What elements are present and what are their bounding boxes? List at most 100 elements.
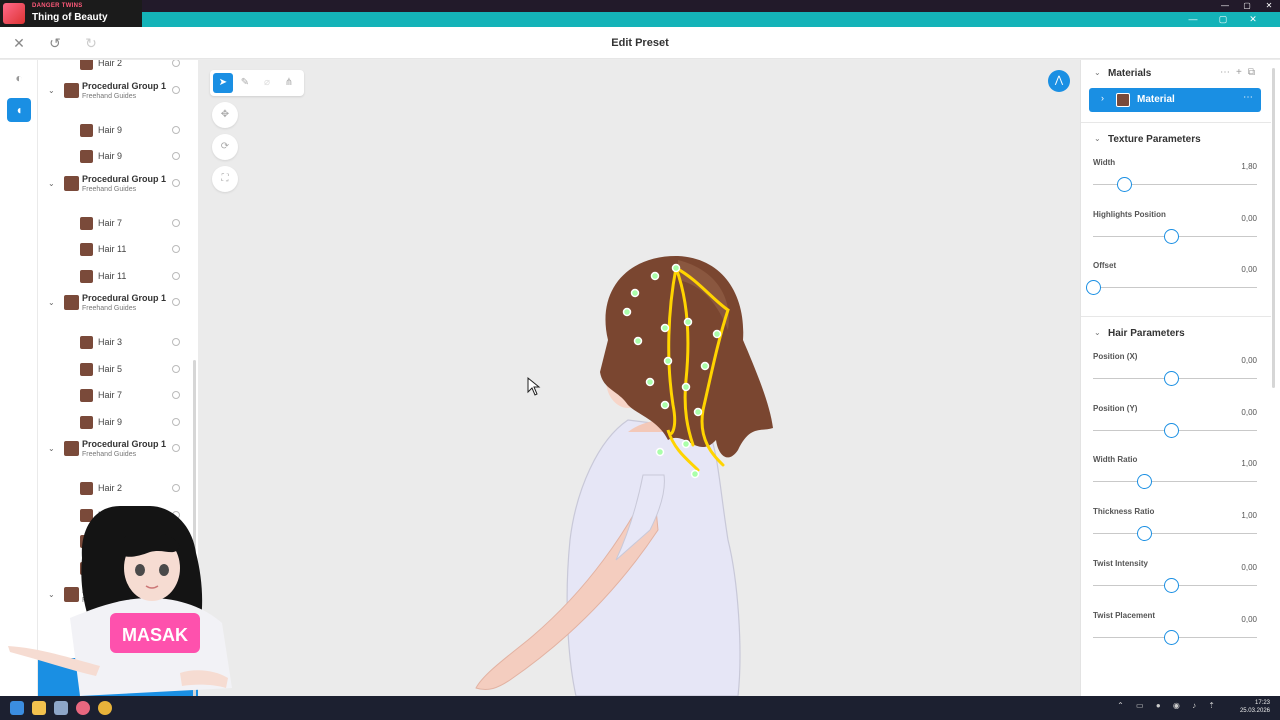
- tree-hair-row[interactable]: Hair 9: [38, 121, 196, 141]
- more-icon[interactable]: ⋯: [1220, 67, 1236, 78]
- nodes-tool-button[interactable]: ⋔: [279, 73, 299, 93]
- hair-section-header[interactable]: ⌄ Hair Parameters: [1081, 324, 1271, 344]
- close-window-button[interactable]: ✕: [1238, 12, 1268, 27]
- explorer-icon[interactable]: [32, 701, 46, 715]
- visibility-icon[interactable]: [172, 444, 180, 452]
- app-icon[interactable]: [76, 701, 90, 715]
- visibility-icon[interactable]: [172, 271, 180, 280]
- panel-scrollbar[interactable]: [1272, 68, 1275, 388]
- param-value[interactable]: 0,00: [1241, 265, 1257, 274]
- param-value[interactable]: 1,00: [1241, 459, 1257, 468]
- visibility-icon[interactable]: [172, 85, 180, 94]
- tree-hair-row[interactable]: Hair 11: [38, 267, 196, 287]
- guide-point[interactable]: [655, 447, 665, 457]
- param-value[interactable]: 0,00: [1241, 214, 1257, 223]
- tree-group-row[interactable]: ⌄ Procedural Group 1 Freehand Guides: [38, 81, 196, 101]
- frame-view-button[interactable]: ⛶: [212, 166, 238, 192]
- maximize-button[interactable]: ▢: [1208, 12, 1238, 27]
- guide-point[interactable]: [690, 469, 700, 479]
- erase-tool-button[interactable]: ⌀: [257, 73, 277, 93]
- tree-hair-row[interactable]: Hair 7: [38, 386, 196, 406]
- slider-track[interactable]: [1093, 533, 1257, 535]
- guide-point[interactable]: [645, 377, 655, 387]
- texture-section-header[interactable]: ⌄ Texture Parameters: [1081, 130, 1271, 150]
- rail-hair-button[interactable]: ◐: [7, 66, 31, 90]
- visibility-icon[interactable]: [172, 218, 180, 227]
- app-icon[interactable]: [54, 701, 68, 715]
- visibility-icon[interactable]: [172, 484, 180, 492]
- select-tool-button[interactable]: ➤: [213, 73, 233, 93]
- tree-hair-row[interactable]: Hair 9: [38, 147, 196, 167]
- viewport-3d[interactable]: ➤ ✎ ⌀ ⋔ ✥ ⟳ ⛶ ⋀: [198, 60, 1080, 696]
- slider-handle[interactable]: [1164, 228, 1179, 244]
- tree-hair-row[interactable]: Hair 2: [38, 479, 196, 499]
- visibility-icon[interactable]: [172, 298, 180, 306]
- guide-point[interactable]: [683, 317, 693, 327]
- tree-hair-row[interactable]: Hair 9: [38, 413, 196, 433]
- outer-maximize-button[interactable]: ▢: [1236, 0, 1258, 12]
- tree-hair-row[interactable]: Hair 2: [38, 60, 196, 74]
- guide-point[interactable]: [693, 407, 703, 417]
- guide-point[interactable]: [663, 356, 673, 366]
- visibility-icon[interactable]: [172, 245, 180, 253]
- tree-group-row[interactable]: ⌄ Procedural Group 1 Freehand Guides: [38, 439, 196, 459]
- visibility-icon[interactable]: [172, 417, 180, 426]
- param-value[interactable]: 1,00: [1241, 511, 1257, 520]
- visibility-icon[interactable]: [172, 152, 180, 160]
- slider-handle[interactable]: [1164, 422, 1179, 438]
- guide-point[interactable]: [633, 336, 643, 346]
- slider-handle[interactable]: [1117, 177, 1133, 192]
- rotate-view-button[interactable]: ⟳: [212, 134, 238, 160]
- visibility-icon[interactable]: [172, 178, 180, 187]
- chevron-down-icon[interactable]: ⌄: [48, 179, 55, 188]
- slider-track[interactable]: [1093, 287, 1257, 289]
- tree-hair-row[interactable]: Hair 5: [38, 360, 196, 380]
- slider-track[interactable]: [1093, 481, 1257, 483]
- guide-point[interactable]: [660, 323, 670, 333]
- guide-point[interactable]: [622, 307, 632, 317]
- slider-handle[interactable]: [1137, 474, 1153, 490]
- param-value[interactable]: 0,00: [1241, 615, 1257, 624]
- param-value[interactable]: 0,00: [1241, 408, 1257, 417]
- param-value[interactable]: 0,00: [1241, 563, 1257, 572]
- visibility-icon[interactable]: [172, 60, 180, 67]
- tree-group-row[interactable]: ⌄ Procedural Group 1 Freehand Guides: [38, 174, 196, 194]
- tree-hair-row[interactable]: Hair 7: [38, 214, 196, 234]
- guide-point[interactable]: [650, 271, 660, 281]
- slider-handle[interactable]: [1086, 280, 1101, 296]
- start-icon[interactable]: [10, 701, 24, 715]
- outer-close-button[interactable]: ✕: [1258, 0, 1280, 12]
- add-material-icon[interactable]: +: [1236, 67, 1248, 78]
- guide-point[interactable]: [700, 361, 710, 371]
- param-value[interactable]: 0,00: [1241, 356, 1257, 365]
- slider-handle[interactable]: [1137, 526, 1153, 542]
- slider-handle[interactable]: [1164, 629, 1179, 645]
- guide-point[interactable]: [630, 288, 640, 298]
- guide-point[interactable]: [712, 329, 722, 339]
- material-more-icon[interactable]: ⋯: [1243, 92, 1253, 103]
- chevron-down-icon[interactable]: ⌄: [48, 298, 55, 307]
- minimize-button[interactable]: —: [1178, 12, 1208, 27]
- visibility-icon[interactable]: [172, 338, 180, 346]
- tree-hair-row[interactable]: Hair 3: [38, 333, 196, 353]
- visibility-icon[interactable]: [172, 364, 180, 373]
- slider-handle[interactable]: [1164, 577, 1179, 593]
- move-view-button[interactable]: ✥: [212, 102, 238, 128]
- pen-tool-button[interactable]: ✎: [235, 73, 255, 93]
- visibility-icon[interactable]: [172, 125, 180, 134]
- materials-section-header[interactable]: ⌄ Materials ⋯+⧉: [1081, 64, 1271, 84]
- guide-point[interactable]: [681, 382, 691, 392]
- chevron-down-icon[interactable]: ⌄: [48, 444, 55, 453]
- material-row[interactable]: › Material ⋯: [1089, 88, 1261, 112]
- chevron-down-icon[interactable]: ⌄: [48, 86, 55, 95]
- visibility-icon[interactable]: [172, 391, 180, 399]
- slider-handle[interactable]: [1164, 371, 1179, 386]
- tree-hair-row[interactable]: Hair 11: [38, 240, 196, 260]
- outer-minimize-button[interactable]: —: [1214, 0, 1236, 12]
- tree-group-row[interactable]: ⌄ Procedural Group 1 Freehand Guides: [38, 293, 196, 313]
- browser-icon[interactable]: [98, 701, 112, 715]
- guide-point[interactable]: [671, 263, 681, 273]
- rail-guides-button[interactable]: ◖: [7, 98, 31, 122]
- mirror-toggle-button[interactable]: ⋀: [1048, 70, 1070, 92]
- guide-point[interactable]: [681, 439, 691, 449]
